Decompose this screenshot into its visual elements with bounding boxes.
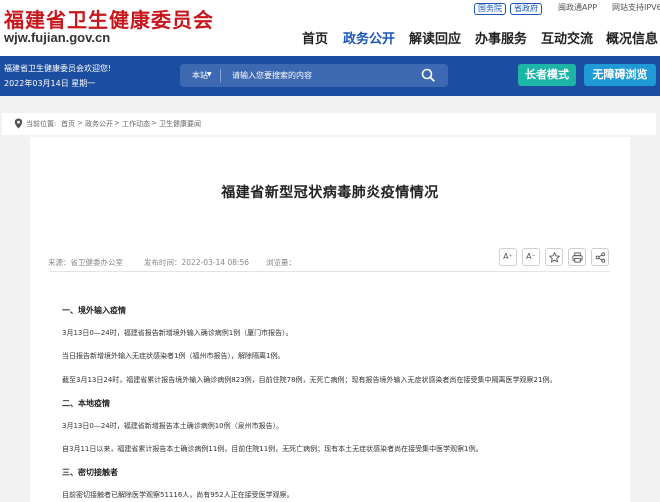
search-icon[interactable] — [420, 67, 436, 83]
site-logo-url: wjw.fujian.gov.cn — [4, 30, 110, 45]
font-decrease-button[interactable]: A⁻ — [522, 248, 540, 266]
nav-gov-affairs[interactable]: 政务公开 — [343, 28, 395, 47]
util-link-provincial-gov[interactable]: 省政府 — [510, 3, 542, 15]
search-input[interactable] — [232, 67, 402, 84]
article-publish-time: 发布时间：2022-03-14 08:56 — [144, 257, 249, 268]
welcome-text: 福建省卫生健康委员会欢迎您! — [4, 63, 111, 74]
breadcrumb-sep: > — [114, 119, 120, 127]
breadcrumb-sep: > — [77, 119, 83, 127]
nav-interaction[interactable]: 互动交流 — [541, 28, 593, 47]
breadcrumb-health-news[interactable]: 卫生健康要闻 — [159, 119, 201, 129]
nav-home[interactable]: 首页 — [302, 28, 328, 47]
location-pin-icon — [14, 118, 23, 129]
elder-mode-button[interactable]: 长者模式 — [518, 64, 576, 86]
share-button[interactable] — [591, 248, 609, 266]
breadcrumb-home[interactable]: 首页 — [61, 119, 75, 129]
article-title: 福建省新型冠状病毒肺炎疫情情况 — [30, 182, 630, 202]
search-divider — [220, 69, 221, 82]
app-link[interactable]: 闽政通APP — [558, 3, 597, 15]
section-heading: 三、密切接触者 — [62, 467, 118, 478]
accessible-browsing-button[interactable]: 无障碍浏览 — [584, 64, 656, 86]
breadcrumb-gov-affairs[interactable]: 政务公开 — [85, 119, 113, 129]
nav-overview[interactable]: 概况信息 — [606, 28, 658, 47]
breadcrumb-label: 当前位置: — [26, 119, 56, 129]
article-paragraph: 3月13日0—24时，福建省报告新增境外输入确诊病例1例（厦门市报告）。 — [62, 328, 293, 338]
nav-interpretation[interactable]: 解读回应 — [409, 28, 461, 47]
nav-services[interactable]: 办事服务 — [475, 28, 527, 47]
article-paragraph: 目前密切接触者已解除医学观察51116人，尚有952人正在接受医学观察。 — [62, 490, 294, 500]
util-link-state-council[interactable]: 国务院 — [474, 3, 506, 15]
article-divider — [50, 271, 610, 272]
article-paragraph: 截至3月13日24时，福建省累计报告境外输入确诊病例823例，目前住院78例，无… — [62, 375, 556, 385]
article-views: 浏览量： — [266, 257, 296, 268]
breadcrumb-work-news[interactable]: 工作动态 — [122, 119, 150, 129]
article-paragraph: 当日报告新增境外输入无症状感染者1例（福州市报告），解除隔离1例。 — [62, 351, 284, 361]
site-logo-title[interactable]: 福建省卫生健康委员会 — [4, 4, 214, 33]
article-paragraph: 自3月11日以来，福建省累计报告本土确诊病例11例，目前住院11例，无死亡病例；… — [62, 444, 483, 454]
article-paragraph: 3月13日0—24时，福建省新增报告本土确诊病例10例（泉州市报告）。 — [62, 421, 283, 431]
scope-dropdown-icon[interactable]: ▼ — [207, 71, 212, 78]
date-text: 2022年03月14日 星期一 — [4, 78, 95, 89]
article-source: 来源：省卫健委办公室 — [48, 257, 123, 268]
favorite-button[interactable] — [545, 248, 563, 266]
section-heading: 一、境外输入疫情 — [62, 305, 126, 316]
search-scope-select[interactable]: 本站 — [192, 70, 208, 81]
ipv6-badge: 网站支持IPV6 — [612, 3, 660, 15]
printer-icon — [572, 252, 583, 263]
share-icon — [595, 252, 606, 263]
star-icon — [549, 252, 560, 263]
section-heading: 二、本地疫情 — [62, 398, 110, 409]
font-increase-button[interactable]: A⁺ — [499, 248, 517, 266]
breadcrumb-sep: > — [151, 119, 157, 127]
print-button[interactable] — [568, 248, 586, 266]
